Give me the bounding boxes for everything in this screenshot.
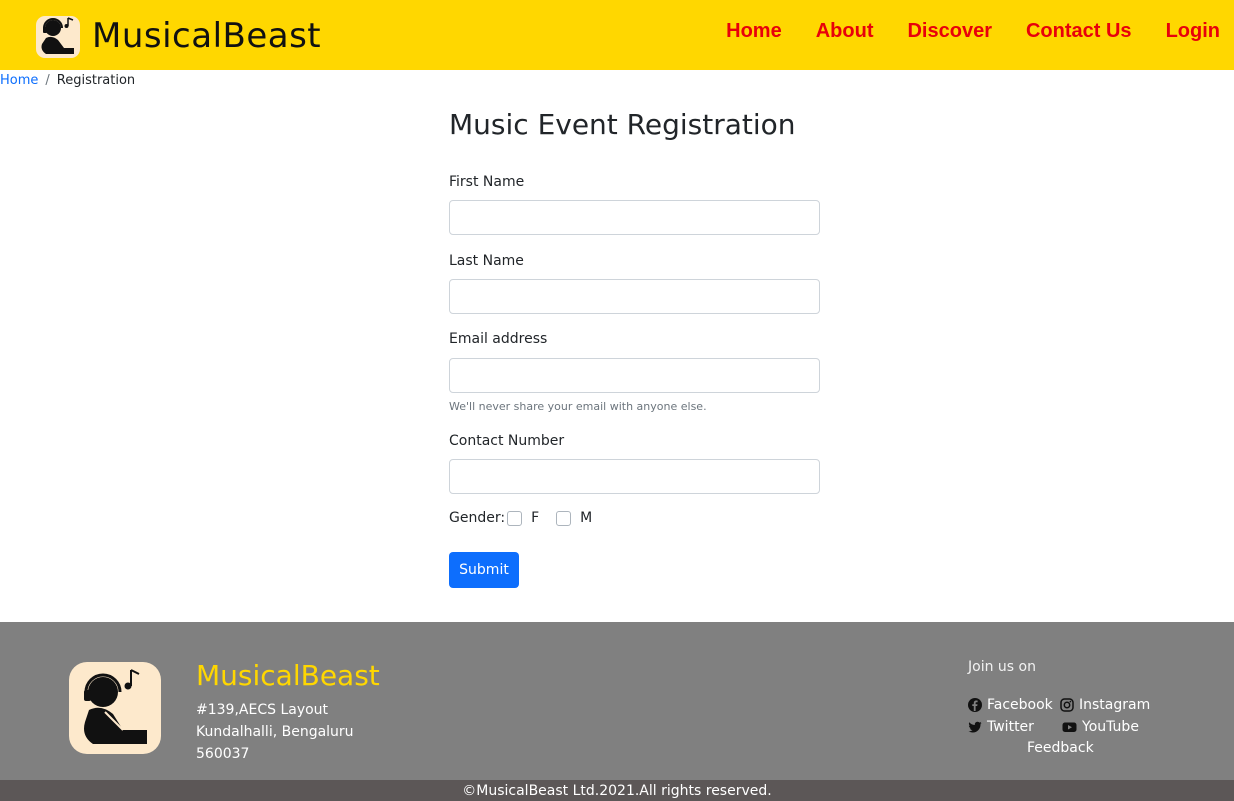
listener-icon: [84, 669, 147, 744]
facebook-link[interactable]: Facebook: [968, 697, 1053, 713]
instagram-label: Instagram: [1079, 697, 1151, 713]
youtube-link[interactable]: YouTube: [1062, 719, 1139, 735]
facebook-label: Facebook: [987, 697, 1053, 713]
page-title: Music Event Registration: [449, 108, 796, 141]
youtube-label: YouTube: [1082, 719, 1139, 735]
breadcrumb-home[interactable]: Home: [0, 73, 38, 88]
footer-brand: MusicalBeast: [196, 659, 380, 692]
gender-f-label: F: [531, 510, 540, 526]
instagram-icon: [1060, 698, 1074, 712]
copyright-text: ©MusicalBeast Ltd.2021.All rights reserv…: [462, 783, 772, 799]
email-input[interactable]: [449, 358, 820, 393]
first-name-input[interactable]: [449, 200, 820, 235]
nav-about[interactable]: About: [816, 20, 874, 43]
address-line: Kundalhalli, Bengaluru: [196, 724, 354, 740]
nav-discover[interactable]: Discover: [907, 20, 992, 43]
twitter-label: Twitter: [987, 719, 1034, 735]
address-line: 560037: [196, 746, 250, 762]
breadcrumb: Home / Registration: [0, 73, 135, 88]
main-nav: Home About Discover Contact Us Login: [692, 20, 1220, 43]
registration-form: Music Event Registration: [449, 104, 820, 141]
facebook-icon: [968, 698, 982, 712]
email-help-text: We'll never share your email with anyone…: [449, 400, 707, 413]
listener-icon: [36, 16, 80, 58]
twitter-link[interactable]: Twitter: [968, 719, 1034, 735]
feedback-link[interactable]: Feedback: [1027, 740, 1094, 756]
navbar: MusicalBeast Home About Discover Contact…: [0, 0, 1234, 70]
contact-number-label: Contact Number: [449, 433, 565, 449]
last-name-input[interactable]: [449, 279, 820, 314]
gender-m-checkbox[interactable]: [556, 510, 572, 526]
address-line: #139,AECS Layout: [196, 702, 329, 718]
first-name-label: First Name: [449, 174, 525, 190]
footer-logo: [69, 662, 161, 754]
nav-contact-us[interactable]: Contact Us: [1026, 20, 1132, 43]
submit-button[interactable]: Submit: [449, 552, 519, 588]
copyright-bar: ©MusicalBeast Ltd.2021.All rights reserv…: [0, 780, 1234, 801]
last-name-label: Last Name: [449, 253, 524, 269]
gender-f-checkbox[interactable]: [507, 510, 523, 526]
join-us-label: Join us on: [968, 659, 1036, 675]
youtube-icon: [1062, 722, 1077, 732]
instagram-link[interactable]: Instagram: [1060, 697, 1150, 713]
breadcrumb-current: Registration: [56, 73, 136, 88]
gender-label: Gender:: [449, 510, 506, 526]
brand-name: MusicalBeast: [92, 16, 322, 56]
nav-login[interactable]: Login: [1166, 20, 1220, 43]
brand-link[interactable]: MusicalBeast: [34, 12, 321, 60]
gender-m-label: M: [580, 510, 593, 526]
footer: MusicalBeast #139,AECS Layout Kundalhall…: [0, 622, 1234, 780]
email-label: Email address: [449, 331, 548, 347]
nav-home[interactable]: Home: [726, 20, 782, 43]
gender-row: Gender: F M: [449, 510, 609, 526]
twitter-icon: [968, 721, 982, 733]
breadcrumb-separator: /: [45, 73, 50, 88]
contact-number-input[interactable]: [449, 459, 820, 494]
